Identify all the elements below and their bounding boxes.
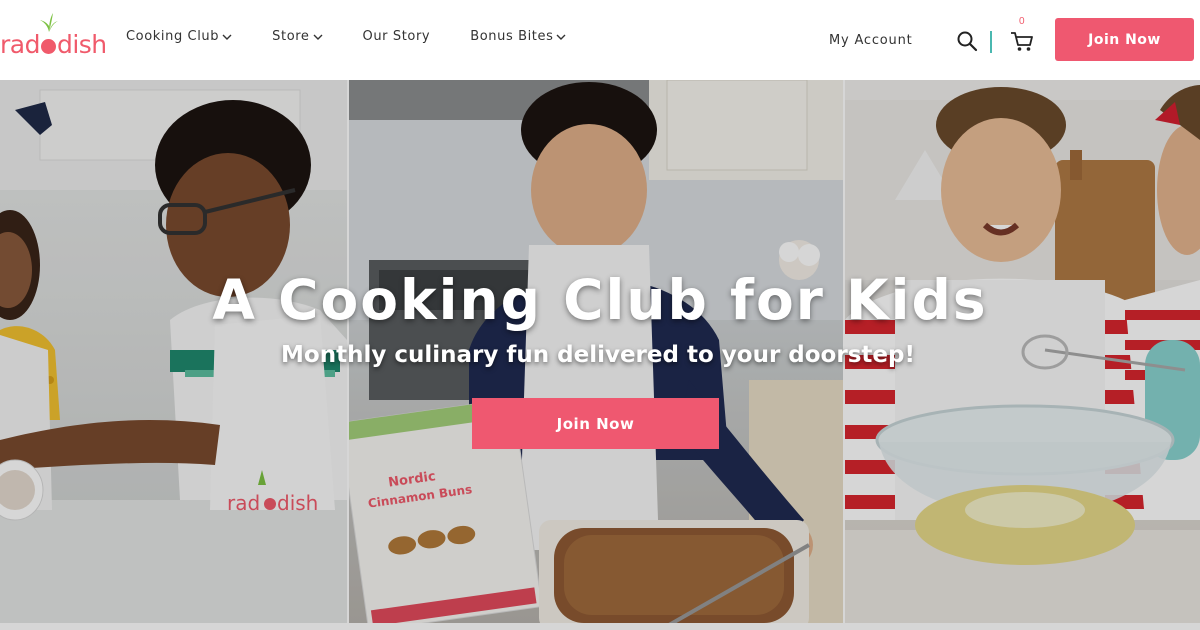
header-divider bbox=[990, 31, 992, 53]
logo-text-start: rad bbox=[0, 30, 40, 59]
nav-item-cooking-club[interactable]: Cooking Club bbox=[126, 29, 232, 44]
nav-item-store[interactable]: Store bbox=[272, 29, 323, 44]
nav-item-bonus-bites[interactable]: Bonus Bites bbox=[470, 29, 566, 44]
nav-item-label: Bonus Bites bbox=[470, 29, 554, 44]
logo-wordmark: rad dish bbox=[0, 30, 107, 59]
chevron-down-icon bbox=[222, 34, 232, 40]
chevron-down-icon bbox=[313, 34, 323, 40]
search-icon[interactable] bbox=[956, 30, 978, 52]
logo-text-end: dish bbox=[56, 30, 107, 59]
site-header: rad dish Cooking Club Store Our Story Bon… bbox=[0, 0, 1200, 80]
chevron-down-icon bbox=[556, 34, 566, 40]
hero-banner: rad dish Nordic Cinnamon Buns A Cooking … bbox=[0, 80, 1200, 630]
nav-item-our-story[interactable]: Our Story bbox=[363, 29, 431, 44]
nav-item-label: Store bbox=[272, 29, 310, 44]
radish-logo[interactable]: rad dish bbox=[0, 8, 110, 64]
cart-icon[interactable] bbox=[1009, 28, 1035, 54]
main-nav: Cooking Club Store Our Story Bonus Bites bbox=[126, 29, 606, 44]
cart-count-badge: 0 bbox=[1019, 16, 1025, 27]
hero-title: A Cooking Club for Kids bbox=[212, 268, 988, 332]
join-now-button[interactable]: Join Now bbox=[1055, 18, 1194, 61]
hero-join-now-button[interactable]: Join Now bbox=[472, 398, 719, 449]
nav-item-label: Our Story bbox=[362, 29, 431, 44]
my-account-link[interactable]: My Account bbox=[829, 33, 913, 48]
nav-item-label: Cooking Club bbox=[126, 29, 220, 44]
radish-dot-icon bbox=[40, 39, 56, 54]
hero-subtitle: Monthly culinary fun delivered to your d… bbox=[281, 342, 915, 368]
